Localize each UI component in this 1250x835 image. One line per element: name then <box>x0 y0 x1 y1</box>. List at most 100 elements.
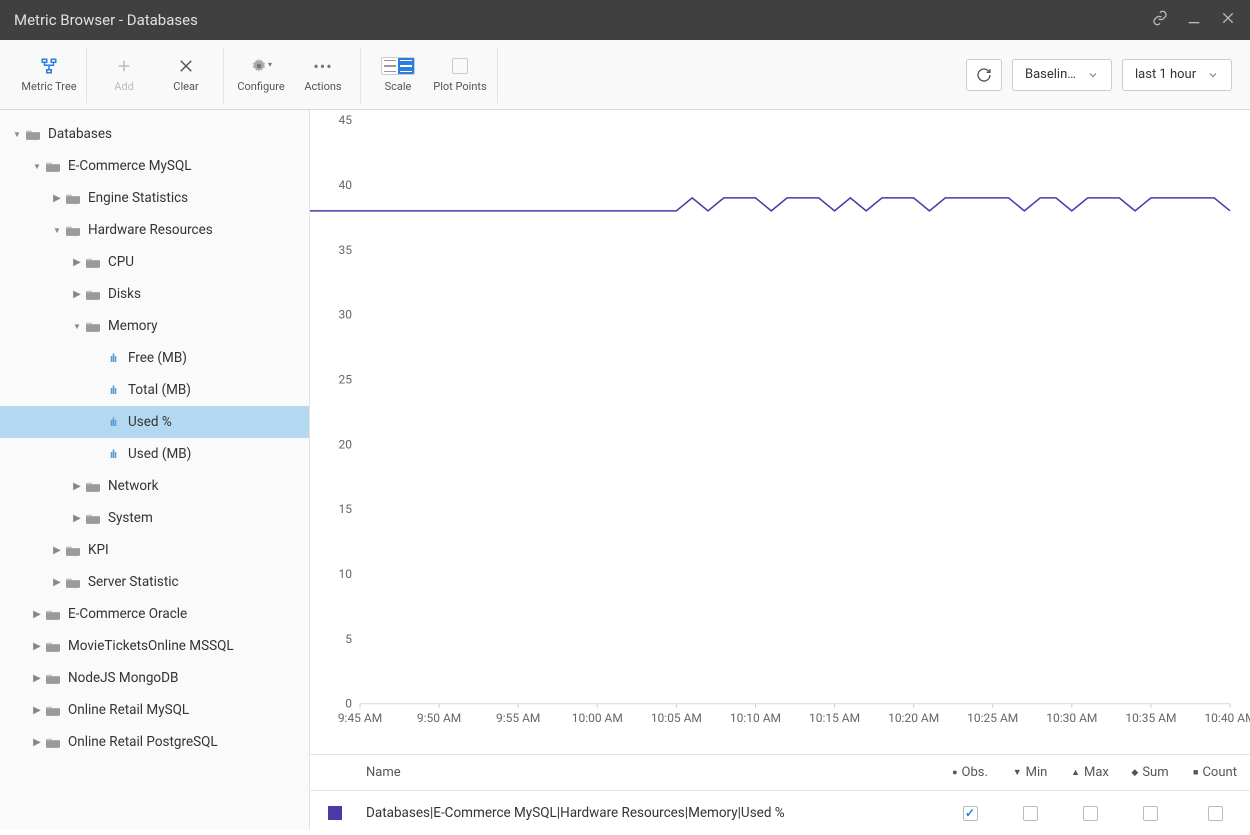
col-obs[interactable]: ●Obs. <box>940 765 1000 780</box>
tree-folder-item[interactable]: ▼ E-Commerce MySQL <box>0 150 309 182</box>
max-checkbox[interactable] <box>1083 806 1098 821</box>
folder-icon <box>44 736 62 748</box>
metric-tree-button[interactable]: Metric Tree <box>18 47 80 103</box>
collapse-icon[interactable]: ▼ <box>30 162 44 171</box>
baseline-dropdown[interactable]: Baseline… <box>1012 59 1112 91</box>
tree-label: Databases <box>48 126 112 142</box>
svg-text:10: 10 <box>339 567 353 581</box>
svg-text:10:25 AM: 10:25 AM <box>967 711 1018 725</box>
tree-label: Network <box>108 478 158 494</box>
col-min[interactable]: ▼Min <box>1000 765 1060 780</box>
clear-button[interactable]: Clear <box>155 47 217 103</box>
tree-folder-item[interactable]: ▶ E-Commerce Oracle <box>0 598 309 630</box>
folder-icon <box>84 288 102 300</box>
svg-text:30: 30 <box>339 308 353 322</box>
collapse-icon[interactable]: ▼ <box>10 130 24 139</box>
expand-icon[interactable]: ▶ <box>30 641 44 652</box>
tree-folder-item[interactable]: ▼ Memory <box>0 310 309 342</box>
expand-icon[interactable]: ▶ <box>70 257 84 268</box>
scale-toggle[interactable]: Scale <box>367 47 429 103</box>
folder-icon <box>64 544 82 556</box>
tree-label: E-Commerce MySQL <box>68 158 192 174</box>
plot-points-toggle[interactable]: Plot Points <box>429 47 491 103</box>
tree-folder-item[interactable]: ▶NodeJS MongoDB <box>0 662 309 694</box>
svg-text:10:40 AM: 10:40 AM <box>1204 711 1250 725</box>
min-checkbox[interactable] <box>1023 806 1038 821</box>
add-button[interactable]: Add <box>93 47 155 103</box>
folder-icon <box>44 672 62 684</box>
tree-label: Server Statistic <box>88 574 179 590</box>
tree-metric-item[interactable]: ılı Used (MB) <box>0 438 309 470</box>
tree-label: Total (MB) <box>128 382 191 398</box>
folder-icon <box>84 320 102 332</box>
collapse-icon[interactable]: ▼ <box>70 322 84 331</box>
col-name[interactable]: Name <box>360 765 940 780</box>
close-icon[interactable] <box>1220 10 1236 30</box>
svg-text:5: 5 <box>345 632 352 646</box>
tree-folder-item[interactable]: ▶Online Retail MySQL <box>0 694 309 726</box>
tree-folder-item[interactable]: ▶ Engine Statistics <box>0 182 309 214</box>
svg-text:9:55 AM: 9:55 AM <box>496 711 540 725</box>
sum-checkbox[interactable] <box>1143 806 1158 821</box>
svg-text:25: 25 <box>339 372 353 386</box>
expand-icon[interactable]: ▶ <box>50 545 64 556</box>
tree-folder-item[interactable]: ▶Disks <box>0 278 309 310</box>
tree-metric-item[interactable]: ılıTotal (MB) <box>0 374 309 406</box>
actions-button[interactable]: ••• Actions <box>292 47 354 103</box>
expand-icon[interactable]: ▶ <box>30 705 44 716</box>
metric-tree-sidebar[interactable]: ▼ Databases ▼ E-Commerce MySQL ▶ Engine Stati… <box>0 110 310 830</box>
tree-label: KPI <box>88 542 109 558</box>
link-icon[interactable] <box>1152 10 1168 30</box>
tree-folder-item[interactable]: ▶ Network <box>0 470 309 502</box>
tree-folder-item[interactable]: ▶ MovieTicketsOnline MSSQL <box>0 630 309 662</box>
tree-label: System <box>108 510 153 526</box>
col-sum[interactable]: ◆Sum <box>1120 765 1180 780</box>
folder-icon <box>84 480 102 492</box>
chevron-down-icon <box>1087 69 1099 81</box>
count-checkbox[interactable] <box>1208 806 1223 821</box>
metric-icon: ılı <box>104 448 122 461</box>
minimize-icon[interactable] <box>1186 10 1202 30</box>
obs-checkbox[interactable] <box>963 806 978 821</box>
time-range-dropdown[interactable]: last 1 hour <box>1122 59 1232 91</box>
svg-text:9:50 AM: 9:50 AM <box>417 711 461 725</box>
collapse-icon[interactable]: ▼ <box>50 226 64 235</box>
tree-folder-item[interactable]: ▶ Server Statistic <box>0 566 309 598</box>
folder-icon <box>84 256 102 268</box>
toolbar: Metric Tree Add Clear ▾ Configure ••• Ac… <box>0 40 1250 110</box>
metrics-table: Name ●Obs. ▼Min ▲Max ◆Sum ■Count Databas… <box>310 754 1250 835</box>
expand-icon[interactable]: ▶ <box>70 289 84 300</box>
col-max[interactable]: ▲Max <box>1060 765 1120 780</box>
folder-icon <box>84 512 102 524</box>
svg-text:15: 15 <box>339 502 353 516</box>
svg-text:10:05 AM: 10:05 AM <box>651 711 702 725</box>
expand-icon[interactable]: ▶ <box>70 481 84 492</box>
tree-folder-item[interactable]: ▶ System <box>0 502 309 534</box>
expand-icon[interactable]: ▶ <box>50 193 64 204</box>
folder-icon <box>44 160 62 172</box>
expand-icon[interactable]: ▶ <box>30 737 44 748</box>
tree-folder-item[interactable]: ▶ KPI <box>0 534 309 566</box>
tree-metric-item[interactable]: ılıFree (MB) <box>0 342 309 374</box>
tree-label: Engine Statistics <box>88 190 188 206</box>
tree-metric-item[interactable]: ılıUsed % <box>0 406 309 438</box>
tree-folder-item[interactable]: ▶Online Retail PostgreSQL <box>0 726 309 758</box>
tree-label: E-Commerce Oracle <box>68 606 187 622</box>
table-row[interactable]: Databases|E-Commerce MySQL|Hardware Reso… <box>310 791 1250 835</box>
refresh-button[interactable] <box>966 59 1002 91</box>
expand-icon[interactable]: ▶ <box>70 513 84 524</box>
svg-text:10:00 AM: 10:00 AM <box>572 711 623 725</box>
tree-label: Used (MB) <box>128 446 191 462</box>
tree-label: MovieTicketsOnline MSSQL <box>68 638 234 654</box>
col-count[interactable]: ■Count <box>1180 765 1250 780</box>
tree-folder-item[interactable]: ▼ Hardware Resources <box>0 214 309 246</box>
tree-label: Hardware Resources <box>88 222 213 238</box>
tree-folder-item[interactable]: ▼ Databases <box>0 118 309 150</box>
tree-label: Memory <box>108 318 158 334</box>
configure-button[interactable]: ▾ Configure <box>230 47 292 103</box>
expand-icon[interactable]: ▶ <box>50 577 64 588</box>
chart-area: 0510152025303540459:45 AM9:50 AM9:55 AM1… <box>310 110 1250 754</box>
tree-folder-item[interactable]: ▶CPU <box>0 246 309 278</box>
expand-icon[interactable]: ▶ <box>30 673 44 684</box>
expand-icon[interactable]: ▶ <box>30 609 44 620</box>
